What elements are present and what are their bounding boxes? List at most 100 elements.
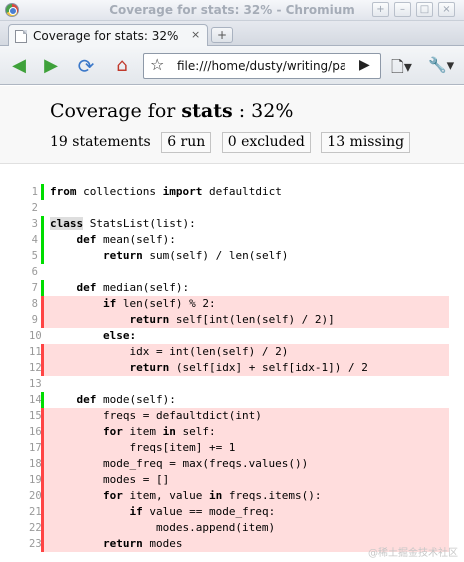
window-close-button[interactable]: × — [438, 2, 455, 17]
missing-toggle-button[interactable]: 13 missing — [321, 132, 411, 153]
window-pin-button[interactable]: + — [372, 2, 389, 17]
run-toggle-button[interactable]: 6 run — [161, 132, 212, 153]
source-line: 1 from collections import defaultdict — [29, 184, 449, 200]
line-number[interactable]: 17 — [29, 440, 42, 456]
line-number[interactable]: 14 — [29, 392, 42, 408]
source-line: 10 else: — [29, 328, 449, 344]
tab-strip: Coverage for stats: 32% × + — [0, 21, 464, 47]
reload-icon[interactable]: ⟳ — [75, 55, 97, 77]
line-number[interactable]: 22 — [29, 520, 42, 536]
excluded-toggle-button[interactable]: 0 excluded — [221, 132, 311, 153]
source-line: 4 def mean(self): — [29, 232, 449, 248]
source-line: 2 — [29, 200, 449, 216]
line-number[interactable]: 8 — [29, 296, 38, 312]
line-number[interactable]: 15 — [29, 408, 42, 424]
run-marker — [41, 392, 44, 408]
code-keyword: class — [50, 217, 84, 230]
line-number[interactable]: 6 — [29, 264, 38, 280]
line-number[interactable]: 21 — [29, 504, 42, 520]
missing-marker — [41, 312, 44, 328]
source-line: 5 return sum(self) / len(self) — [29, 248, 449, 264]
line-number[interactable]: 18 — [29, 456, 42, 472]
code-keyword: if — [102, 297, 117, 310]
source-code: def mean(self): — [50, 232, 176, 248]
line-number[interactable]: 10 — [29, 328, 42, 344]
wrench-menu-icon[interactable]: 🔧▾ — [428, 56, 454, 74]
run-marker — [41, 232, 44, 248]
forward-arrow-icon[interactable]: ▶ — [40, 55, 62, 77]
code-text: (self[idx] + self[idx-1]) / 2 — [169, 361, 368, 374]
line-number[interactable]: 9 — [29, 312, 38, 328]
line-number[interactable]: 3 — [29, 216, 38, 232]
line-number[interactable]: 7 — [29, 280, 38, 296]
code-text: defaultdict — [202, 185, 282, 198]
line-number[interactable]: 4 — [29, 232, 38, 248]
code-text: mode_freq = max(freqs.values()) — [50, 457, 309, 470]
run-marker — [41, 280, 44, 296]
missing-marker — [41, 296, 44, 312]
page-icon — [15, 30, 27, 43]
line-number[interactable]: 23 — [29, 536, 42, 552]
page-menu-icon[interactable]: 🗋▾ — [391, 56, 412, 83]
report-header: Coverage for stats : 32% 19 statements 6… — [0, 86, 464, 164]
code-text: freqs[item] += 1 — [50, 441, 236, 454]
source-code: return (self[idx] + self[idx-1]) / 2 — [50, 360, 368, 376]
source-code: mode_freq = max(freqs.values()) — [50, 456, 308, 472]
code-keyword: def — [76, 281, 97, 294]
code-keyword: in — [208, 489, 223, 502]
code-keyword: import — [162, 185, 203, 198]
code-text: collections — [76, 185, 163, 198]
tab-coverage[interactable]: Coverage for stats: 32% × — [8, 24, 208, 47]
source-line: 19 modes = [] — [29, 472, 449, 488]
code-keyword: for — [102, 425, 123, 438]
source-line: 12 return (self[idx] + self[idx-1]) / 2 — [29, 360, 449, 376]
line-marker — [41, 264, 44, 280]
missing-marker — [41, 456, 44, 472]
line-number[interactable]: 1 — [29, 184, 38, 200]
url-input[interactable]: file:///home/dusty/writing/pa — [177, 59, 345, 73]
code-text: StatsList(list): — [83, 217, 196, 230]
code-keyword: in — [162, 425, 176, 438]
source-listing: 1 from collections import defaultdict 2 3 cl… — [29, 184, 449, 552]
line-number[interactable]: 11 — [29, 344, 42, 360]
code-keyword: return — [129, 313, 170, 326]
line-number[interactable]: 16 — [29, 424, 42, 440]
line-number[interactable]: 2 — [29, 200, 38, 216]
code-text: freqs = defaultdict(int) — [50, 409, 262, 422]
line-number[interactable]: 12 — [29, 360, 42, 376]
home-icon[interactable]: ⌂ — [111, 55, 133, 77]
line-number[interactable]: 19 — [29, 472, 42, 488]
source-code: modes = [] — [50, 472, 169, 488]
source-code: return modes — [50, 536, 183, 552]
source-line: 14 def mode(self): — [29, 392, 449, 408]
window-maximize-button[interactable]: □ — [416, 2, 433, 17]
go-icon[interactable]: ▶ — [359, 57, 370, 73]
new-tab-button[interactable]: + — [211, 27, 233, 43]
code-text: len(self) % 2: — [116, 297, 216, 310]
line-marker — [41, 376, 44, 392]
bookmark-star-icon[interactable]: ☆ — [150, 55, 164, 74]
line-number[interactable]: 13 — [29, 376, 42, 392]
code-text: idx = int(len(self) / 2) — [50, 345, 289, 358]
line-number[interactable]: 5 — [29, 248, 38, 264]
line-number[interactable]: 20 — [29, 488, 42, 504]
code-keyword: def — [76, 233, 97, 246]
source-line: 3 class StatsList(list): — [29, 216, 449, 232]
source-line: 13 — [29, 376, 449, 392]
source-line: 9 return self[int(len(self) / 2)] — [29, 312, 449, 328]
source-code: return self[int(len(self) / 2)] — [50, 312, 334, 328]
code-text: modes.append(item) — [50, 521, 276, 534]
missing-marker — [41, 424, 44, 440]
address-bar[interactable]: ☆ file:///home/dusty/writing/pa ▶ — [143, 53, 381, 79]
code-text: modes = [] — [50, 473, 170, 486]
back-arrow-icon[interactable]: ◀ — [8, 55, 30, 77]
source-line: 17 freqs[item] += 1 — [29, 440, 449, 456]
window-minimize-button[interactable]: – — [394, 2, 411, 17]
source-line: 6 — [29, 264, 449, 280]
source-code: for item, value in freqs.items(): — [50, 488, 322, 504]
close-tab-icon[interactable]: × — [191, 28, 200, 41]
source-code: def median(self): — [50, 280, 190, 296]
